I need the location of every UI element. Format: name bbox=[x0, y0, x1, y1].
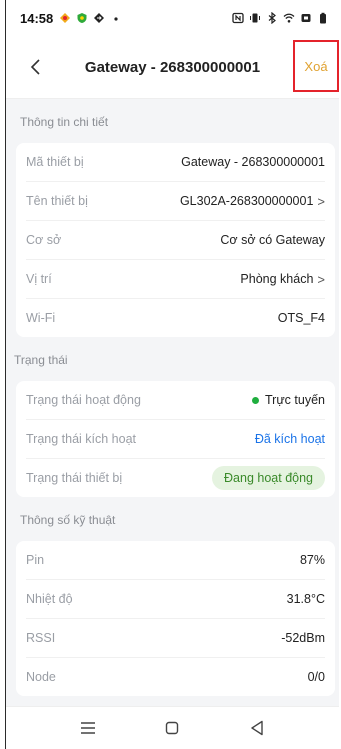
row-value: Gateway - 268300000001 bbox=[181, 155, 325, 169]
row-activation-status: Trạng thái kích hoạt Đã kích hoạt bbox=[26, 420, 325, 459]
row-battery: Pin 87% bbox=[26, 541, 325, 580]
row-location[interactable]: Vị trí Phòng khách > bbox=[26, 260, 325, 299]
shield-icon bbox=[77, 13, 87, 23]
status-right-icons bbox=[232, 12, 329, 24]
row-rssi: RSSI -52dBm bbox=[26, 619, 325, 658]
notification-app-icon bbox=[60, 13, 71, 23]
row-wifi: Wi-Fi OTS_F4 bbox=[26, 299, 325, 337]
row-label: Pin bbox=[26, 553, 45, 567]
home-icon bbox=[166, 721, 179, 735]
row-label: Vị trí bbox=[26, 272, 52, 286]
system-nav-bar bbox=[6, 706, 339, 749]
device-code-value: Gateway - 268300000001 bbox=[181, 155, 325, 169]
delete-button[interactable]: Xoá bbox=[293, 40, 339, 92]
row-label: Wi-Fi bbox=[26, 311, 56, 325]
chevron-right-icon: > bbox=[317, 271, 325, 287]
row-value: Cơ sở có Gateway bbox=[220, 233, 325, 247]
vibrate-icon bbox=[250, 13, 260, 23]
battery-saver-icon bbox=[301, 14, 311, 22]
back-triangle-icon bbox=[251, 720, 263, 736]
row-label: Nhiệt độ bbox=[26, 592, 73, 606]
home-button[interactable] bbox=[152, 712, 192, 744]
row-value: Đang hoạt động bbox=[212, 466, 325, 490]
back-nav-button[interactable] bbox=[237, 712, 277, 744]
back-button[interactable] bbox=[16, 47, 56, 87]
rssi-value: -52dBm bbox=[281, 631, 325, 645]
app-header: Gateway - 268300000001 Xoá bbox=[6, 36, 339, 99]
row-value: Phòng khách > bbox=[240, 272, 325, 287]
menu-icon bbox=[81, 722, 96, 734]
online-dot-icon bbox=[251, 396, 259, 404]
battery-value: 87% bbox=[299, 553, 325, 567]
dot-icon bbox=[114, 17, 118, 21]
device-name-value: GL302A-268300000001 bbox=[179, 194, 314, 208]
row-value: Trực tuyến bbox=[251, 393, 325, 407]
temperature-value: 31.8°C bbox=[286, 592, 325, 606]
row-temperature: Nhiệt độ 31.8°C bbox=[26, 580, 325, 619]
battery-icon bbox=[320, 12, 326, 24]
wifi-icon bbox=[283, 13, 295, 23]
row-value: GL302A-268300000001 > bbox=[180, 194, 325, 209]
section-title-specs: Thông số kỹ thuật bbox=[20, 513, 116, 527]
status-time: 14:58 bbox=[20, 10, 54, 26]
wifi-value: OTS_F4 bbox=[277, 311, 325, 325]
navigation-icon bbox=[94, 13, 105, 23]
chevron-right-icon: > bbox=[317, 193, 325, 209]
operation-status-value: Trực tuyến bbox=[264, 393, 325, 407]
row-node: Node 0/0 bbox=[26, 658, 325, 696]
chevron-left-icon bbox=[30, 59, 40, 75]
details-card: Mã thiết bị Gateway - 268300000001 Tên t… bbox=[16, 143, 335, 337]
nfc-icon bbox=[232, 12, 244, 24]
bluetooth-icon bbox=[268, 12, 276, 24]
row-label: Trạng thái thiết bị bbox=[26, 471, 123, 485]
row-device-code: Mã thiết bị Gateway - 268300000001 bbox=[26, 143, 325, 182]
row-device-status: Trạng thái thiết bị Đang hoạt động bbox=[26, 459, 325, 497]
node-value: 0/0 bbox=[307, 670, 325, 684]
row-facility: Cơ sở Cơ sở có Gateway bbox=[26, 221, 325, 260]
menu-button[interactable] bbox=[68, 712, 108, 744]
section-title-status: Trạng thái bbox=[14, 353, 68, 367]
row-label: Tên thiết bị bbox=[26, 194, 88, 208]
location-value: Phòng khách bbox=[240, 272, 314, 286]
phone-screen: 14:58 Gateway - 268300000001 Xoá Thông t… bbox=[6, 0, 339, 749]
status-card: Trạng thái hoạt động Trực tuyến Trạng th… bbox=[16, 381, 335, 497]
section-title-details: Thông tin chi tiết bbox=[20, 115, 109, 129]
status-left-icons bbox=[59, 12, 122, 24]
row-label: RSSI bbox=[26, 631, 56, 645]
row-value: OTS_F4 bbox=[278, 311, 325, 325]
row-label: Trạng thái hoạt động bbox=[26, 393, 141, 407]
row-label: Node bbox=[26, 670, 56, 684]
row-label: Trạng thái kích hoạt bbox=[26, 432, 137, 446]
specs-card: Pin 87% Nhiệt độ 31.8°C RSSI -52dBm Node… bbox=[16, 541, 335, 696]
row-device-name[interactable]: Tên thiết bị GL302A-268300000001 > bbox=[26, 182, 325, 221]
activation-status-value[interactable]: Đã kích hoạt bbox=[255, 432, 325, 446]
row-label: Cơ sở bbox=[26, 233, 62, 247]
status-badge: Đang hoạt động bbox=[212, 466, 325, 490]
row-label: Mã thiết bị bbox=[26, 155, 84, 169]
facility-value: Cơ sở có Gateway bbox=[220, 233, 325, 247]
status-bar: 14:58 bbox=[6, 0, 339, 36]
row-operation-status: Trạng thái hoạt động Trực tuyến bbox=[26, 381, 325, 420]
